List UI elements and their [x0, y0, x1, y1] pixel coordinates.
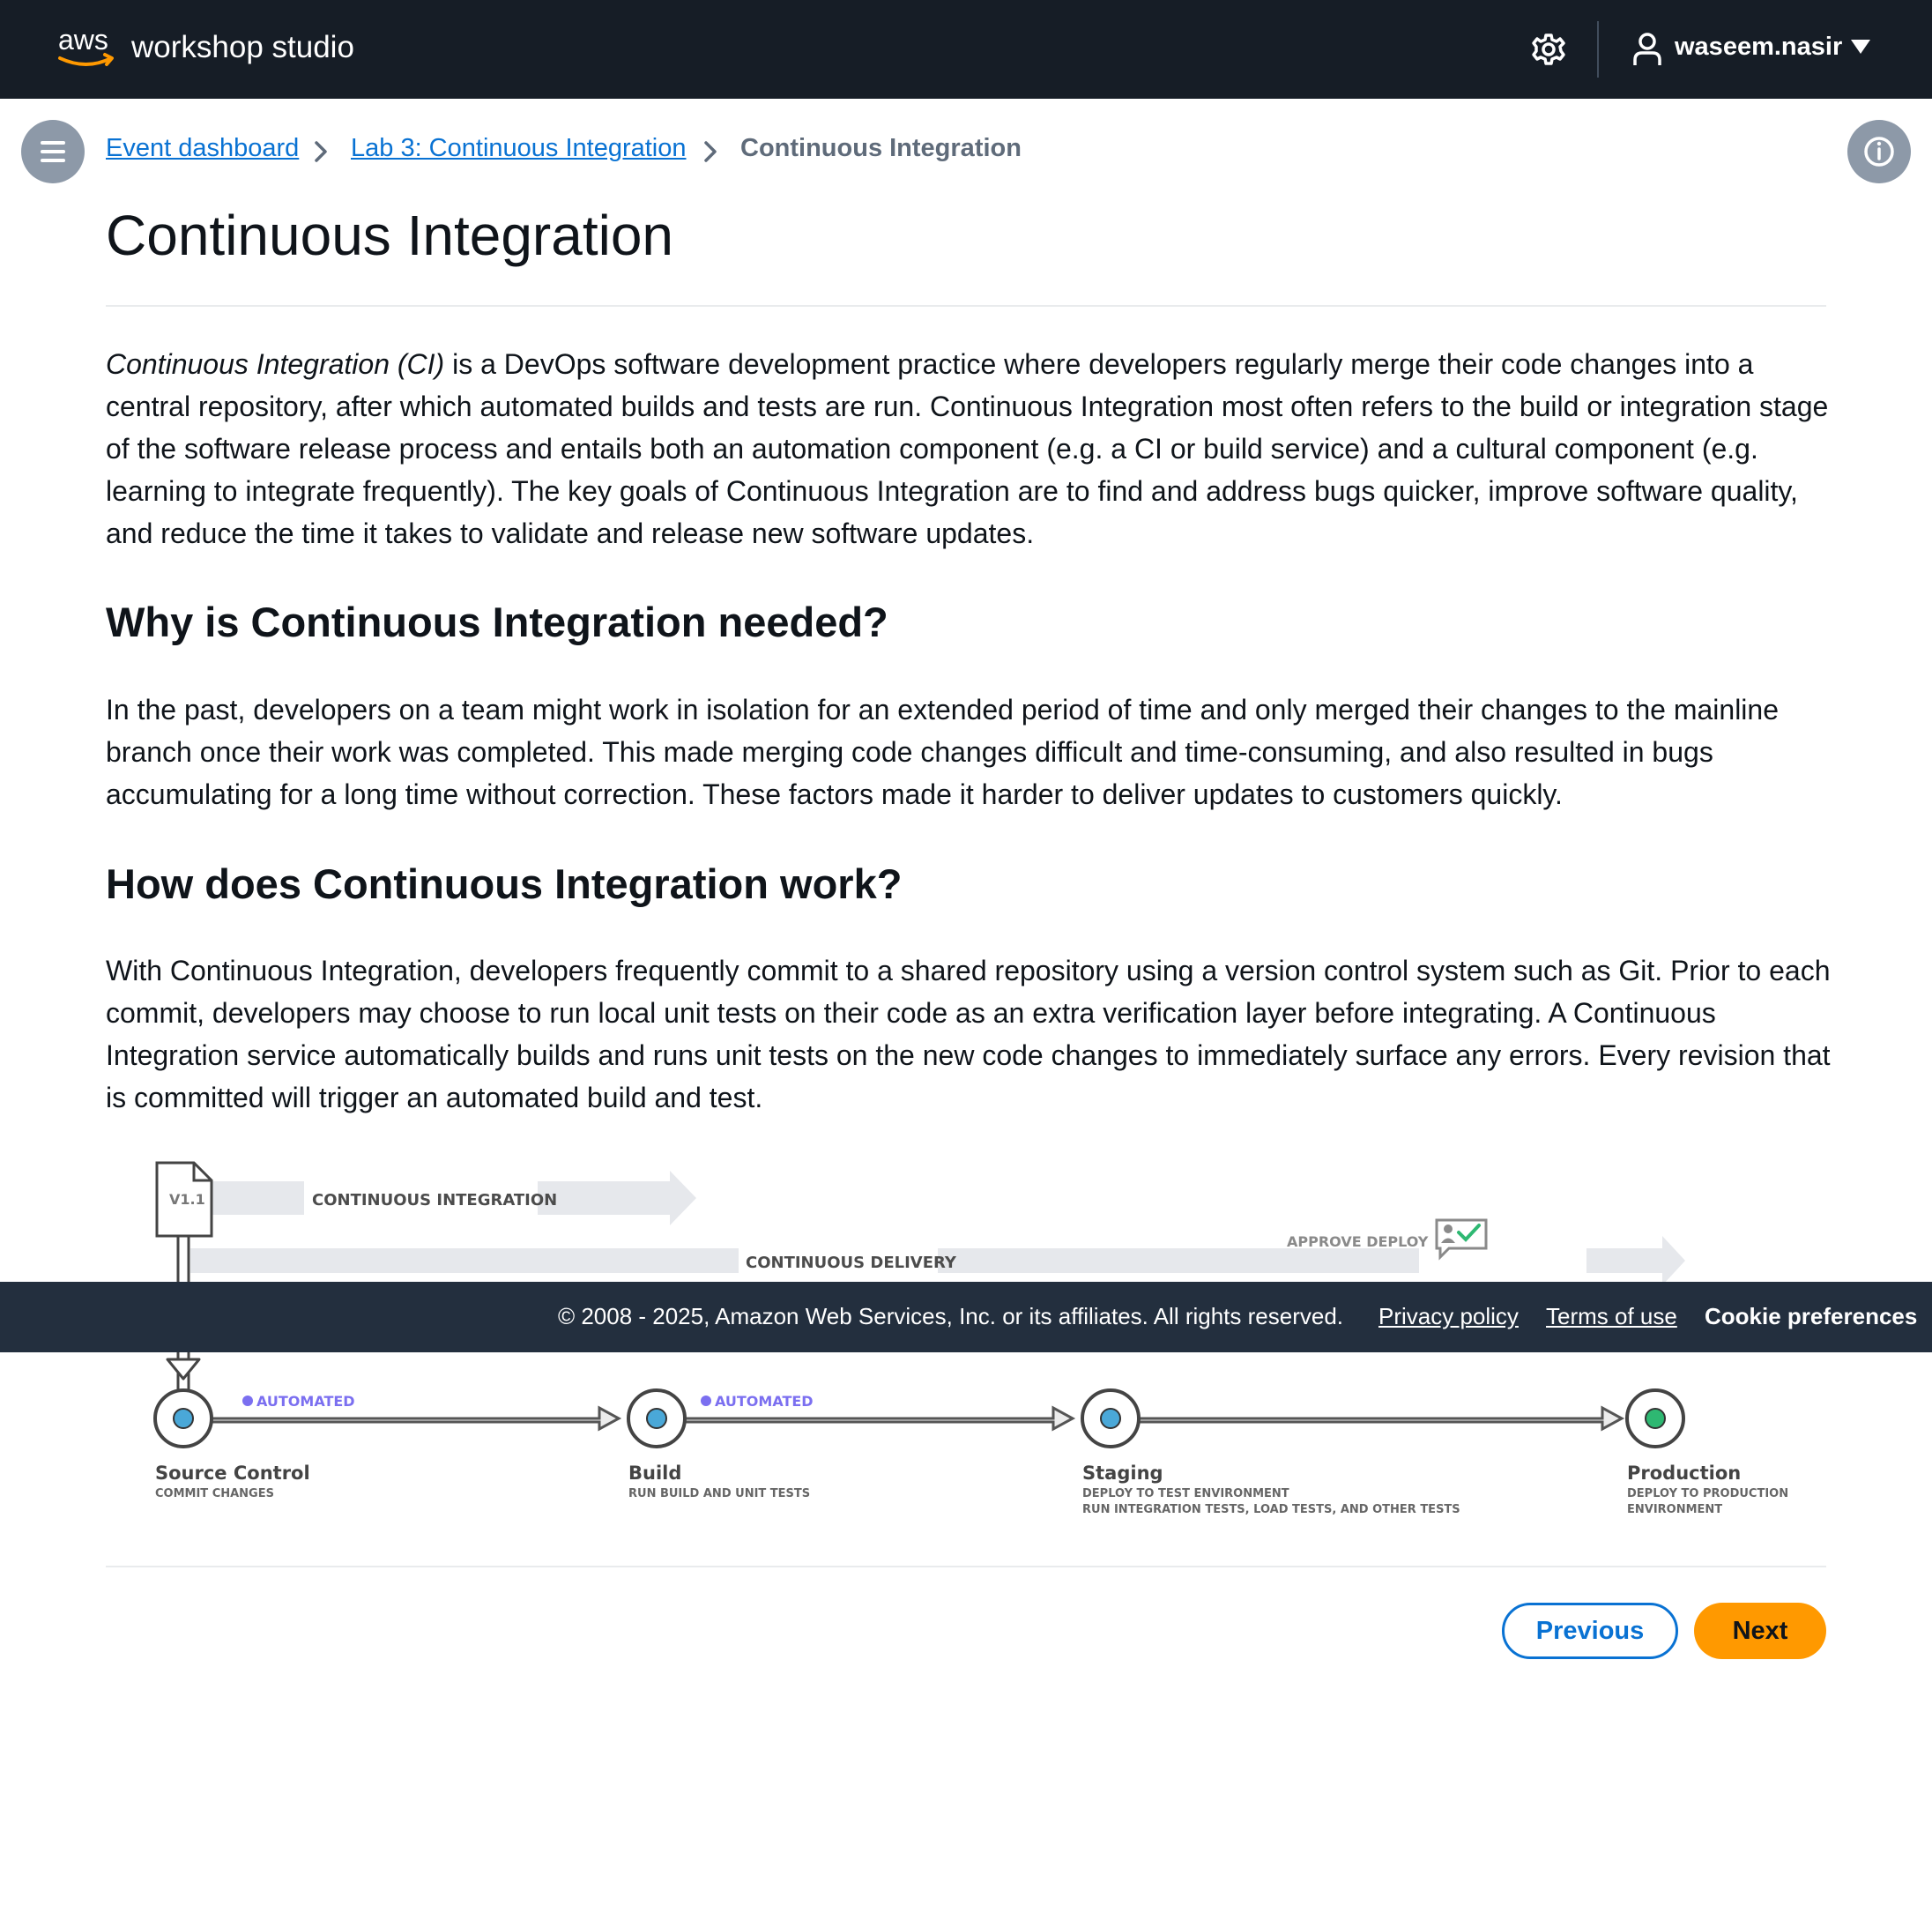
- node-staging: [1081, 1388, 1141, 1448]
- stage-name-staging: Staging: [1082, 1463, 1163, 1484]
- automated-label-2: AUTOMATED: [701, 1393, 814, 1410]
- terms-of-use-link[interactable]: Terms of use: [1546, 1303, 1677, 1330]
- breadcrumb-event-dashboard[interactable]: Event dashboard: [106, 134, 299, 163]
- approve-deploy-label: APPROVE DEPLOY: [1287, 1233, 1429, 1250]
- ci-label: CONTINUOUS INTEGRATION: [312, 1191, 557, 1210]
- why-paragraph: In the past, developers on a team might …: [106, 694, 1779, 810]
- page-footer: © 2008 - 2025, Amazon Web Services, Inc.…: [0, 1282, 1932, 1352]
- intro-paragraph: Continuous Integration (CI) is a DevOps …: [106, 343, 1833, 555]
- user-icon[interactable]: [1632, 32, 1662, 67]
- info-panel-button[interactable]: [1847, 120, 1911, 183]
- hamburger-icon: [41, 141, 65, 162]
- breadcrumb-lab-3[interactable]: Lab 3: Continuous Integration: [351, 134, 687, 163]
- stage-arrows: [201, 1405, 1625, 1432]
- next-button[interactable]: Next: [1694, 1603, 1826, 1659]
- stage-name-production: Production: [1627, 1463, 1741, 1484]
- info-icon: [1864, 137, 1894, 167]
- chevron-right-icon: [315, 141, 327, 162]
- top-navigation: aws workshop studio waseem.nasir: [0, 0, 1932, 99]
- node-build: [627, 1388, 687, 1448]
- node-production: [1625, 1388, 1685, 1448]
- breadcrumb-current: Continuous Integration: [740, 134, 1022, 162]
- content-end-divider: [106, 1566, 1826, 1567]
- stage-desc-production-1: DEPLOY TO PRODUCTION: [1627, 1487, 1788, 1500]
- gear-icon[interactable]: [1531, 32, 1566, 67]
- privacy-policy-link[interactable]: Privacy policy: [1378, 1303, 1519, 1330]
- automated-text: AUTOMATED: [256, 1393, 355, 1410]
- stage-desc-staging-1: DEPLOY TO TEST ENVIRONMENT: [1082, 1487, 1289, 1500]
- version-document-icon: V1.1: [155, 1161, 213, 1238]
- previous-button[interactable]: Previous: [1502, 1603, 1678, 1659]
- node-source-control: [153, 1388, 213, 1448]
- chevron-right-icon: [704, 141, 717, 162]
- menu-toggle-button[interactable]: [21, 120, 85, 183]
- stage-desc-production-2: ENVIRONMENT: [1627, 1503, 1722, 1516]
- username[interactable]: waseem.nasir: [1675, 33, 1842, 62]
- heading-how: How does Continuous Integration work?: [106, 860, 903, 907]
- version-label: V1.1: [169, 1191, 205, 1208]
- cd-label: CONTINUOUS DELIVERY: [746, 1254, 957, 1272]
- stage-desc-build: RUN BUILD AND UNIT TESTS: [628, 1487, 810, 1500]
- aws-logo[interactable]: aws: [56, 23, 118, 71]
- page-title: Continuous Integration: [106, 204, 673, 267]
- how-paragraph: With Continuous Integration, developers …: [106, 955, 1831, 1113]
- stage-name-source-control: Source Control: [155, 1463, 310, 1484]
- chevron-down-icon[interactable]: [1851, 40, 1870, 54]
- stage-name-build: Build: [628, 1463, 681, 1484]
- header-divider: [1597, 21, 1599, 78]
- stage-desc-source-control: COMMIT CHANGES: [155, 1487, 274, 1500]
- product-name: workshop studio: [131, 30, 354, 64]
- stage-desc-staging-2: RUN INTEGRATION TESTS, LOAD TESTS, AND O…: [1082, 1503, 1460, 1516]
- title-divider: [106, 305, 1826, 307]
- svg-text:aws: aws: [58, 24, 108, 56]
- commit-arrow: [166, 1358, 201, 1381]
- intro-emphasis: Continuous Integration (CI): [106, 348, 445, 380]
- heading-why: Why is Continuous Integration needed?: [106, 599, 888, 645]
- automated-text: AUTOMATED: [715, 1393, 814, 1410]
- cookie-preferences-link[interactable]: Cookie preferences: [1705, 1303, 1917, 1330]
- automated-label-1: AUTOMATED: [242, 1393, 355, 1410]
- copyright-text: © 2008 - 2025, Amazon Web Services, Inc.…: [557, 1303, 1343, 1329]
